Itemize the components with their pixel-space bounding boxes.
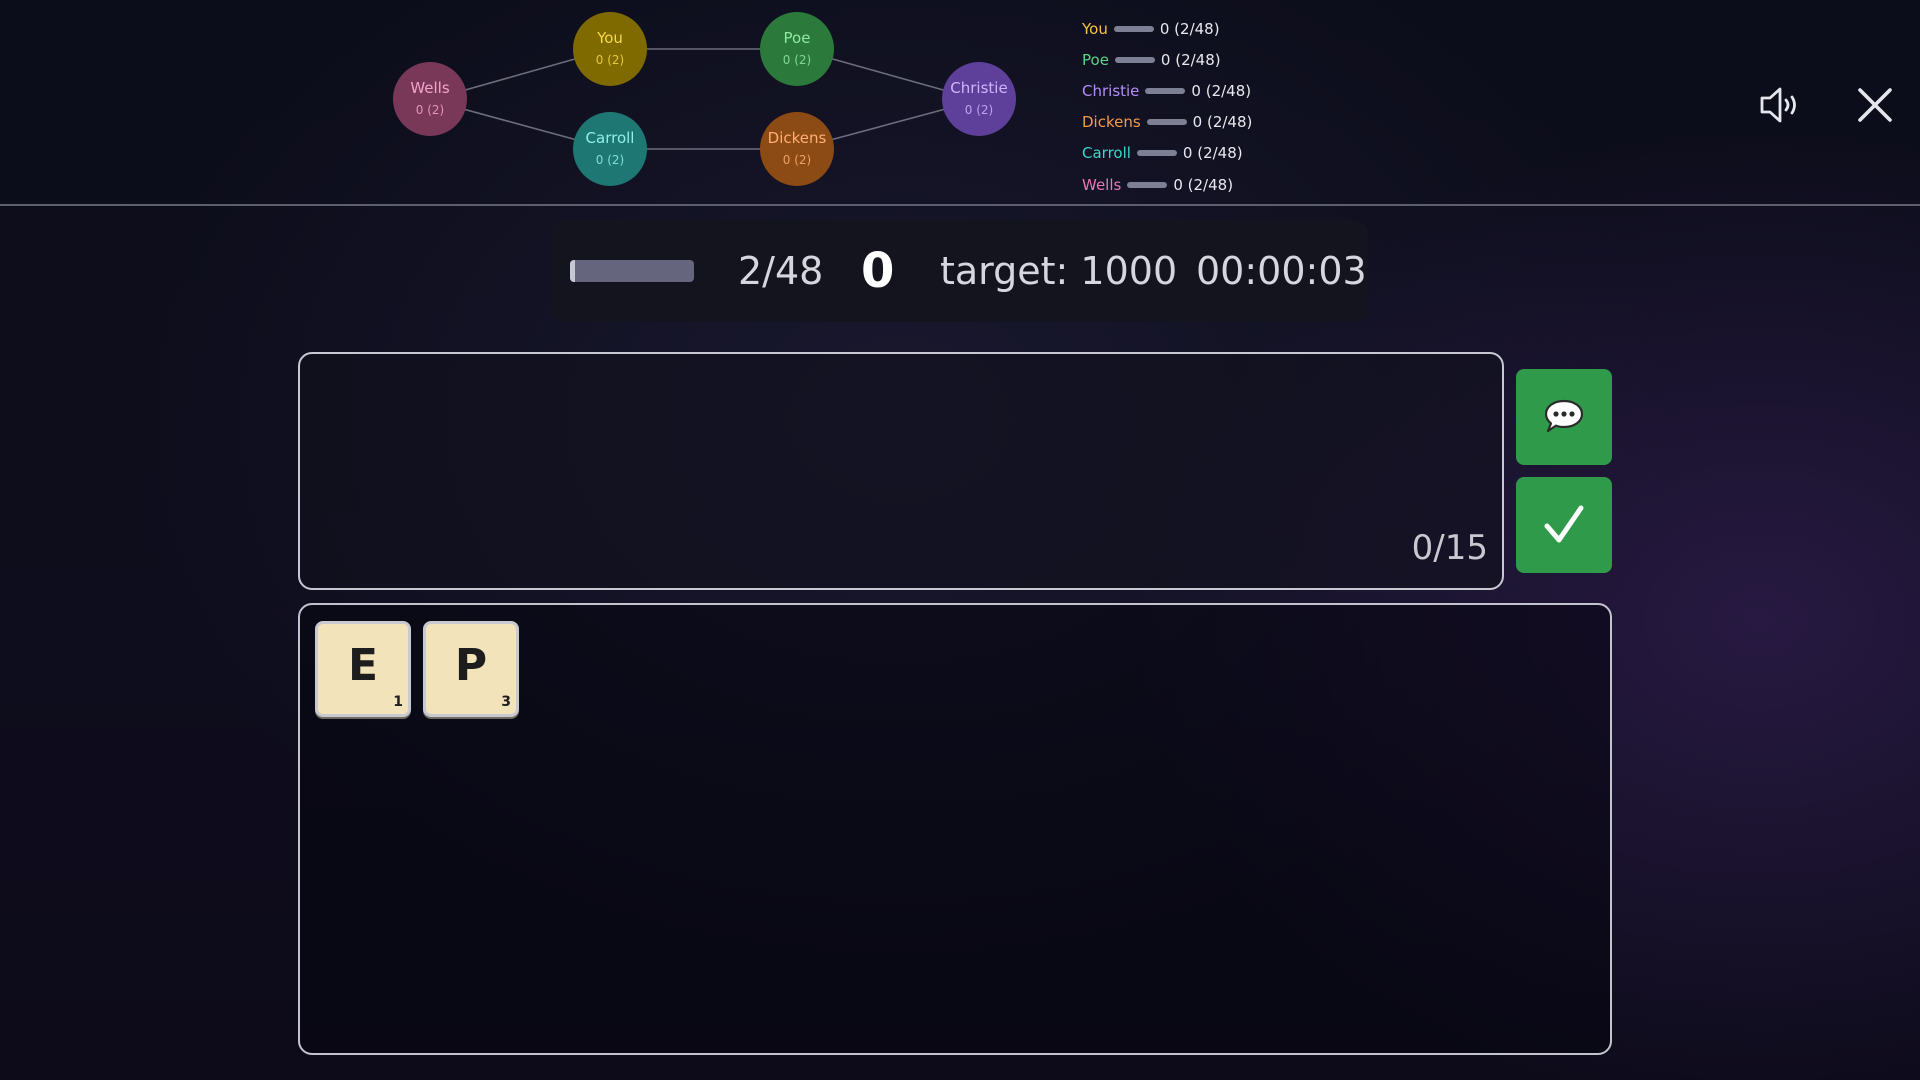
- letter-tile[interactable]: E 1: [315, 621, 411, 717]
- player-node-name: Wells: [410, 79, 450, 98]
- word-length-counter: 0/15: [1411, 528, 1488, 568]
- letter-tile[interactable]: P 3: [423, 621, 519, 717]
- tile-points: 1: [393, 694, 403, 710]
- tile-points: 3: [501, 694, 511, 710]
- player-node-score: 0 (2): [595, 152, 625, 167]
- leaderboard-row-you: You 0 (2/48): [1082, 13, 1252, 44]
- player-node-dickens: Dickens 0 (2): [760, 112, 834, 186]
- leaderboard-progress-bar: [1136, 150, 1177, 157]
- player-node-score: 0 (2): [964, 102, 994, 117]
- leaderboard-row-wells: Wells 0 (2/48): [1082, 169, 1252, 200]
- player-node-name: Christie: [950, 79, 1008, 98]
- chat-button[interactable]: [1516, 369, 1612, 465]
- tile-rack[interactable]: E 1 P 3: [298, 603, 1612, 1055]
- current-score: 0: [861, 243, 895, 299]
- speech-bubble-icon: [1544, 399, 1584, 433]
- leaderboard-value: 0 (2/48): [1182, 144, 1243, 163]
- game-progress-fill: [570, 260, 575, 282]
- submit-word-button[interactable]: [1516, 477, 1612, 573]
- sound-toggle-button[interactable]: [1756, 80, 1806, 130]
- leaderboard-value: 0 (2/48): [1159, 19, 1220, 38]
- player-node-poe: Poe 0 (2): [760, 12, 834, 86]
- leaderboard-row-poe: Poe 0 (2/48): [1082, 44, 1252, 75]
- leaderboard-value: 0 (2/48): [1160, 50, 1221, 69]
- status-panel: 2/48 0 target: 1000 00:00:03: [552, 220, 1368, 322]
- tile-count: 2/48: [738, 249, 824, 293]
- leaderboard-value: 0 (2/48): [1192, 113, 1253, 132]
- leaderboard-row-christie: Christie 0 (2/48): [1082, 75, 1252, 106]
- player-node-you: You 0 (2): [573, 12, 647, 86]
- leaderboard-progress-bar: [1145, 87, 1186, 94]
- player-node-score: 0 (2): [782, 52, 812, 67]
- player-node-name: Dickens: [767, 129, 827, 148]
- tile-letter: P: [454, 640, 488, 691]
- player-node-name: Poe: [783, 29, 811, 48]
- leaderboard-progress-bar: [1146, 119, 1187, 126]
- game-progress-bar: [570, 260, 694, 282]
- checkmark-icon: [1544, 505, 1584, 543]
- leaderboard-progress-bar: [1127, 181, 1168, 188]
- word-drop-area[interactable]: 0/15: [298, 352, 1504, 590]
- player-node-score: 0 (2): [415, 102, 445, 117]
- leaderboard-name: Wells: [1082, 175, 1122, 194]
- leaderboard-progress-bar: [1114, 56, 1155, 63]
- leaderboard-name: You: [1082, 19, 1108, 38]
- close-button[interactable]: [1850, 80, 1900, 130]
- leaderboard-value: 0 (2/48): [1191, 81, 1252, 100]
- leaderboard-value: 0 (2/48): [1173, 175, 1234, 194]
- close-x-icon: [1858, 88, 1892, 122]
- player-node-name: You: [597, 29, 623, 48]
- player-node-wells: Wells 0 (2): [393, 62, 467, 136]
- leaderboard-name: Christie: [1082, 81, 1140, 100]
- leaderboard: You 0 (2/48) Poe 0 (2/48) Christie 0 (2/…: [1082, 13, 1252, 200]
- player-network: Wells 0 (2) You 0 (2) Carroll 0 (2) Poe …: [380, 0, 1040, 200]
- leaderboard-name: Carroll: [1082, 144, 1131, 163]
- leaderboard-progress-bar: [1113, 25, 1154, 32]
- tile-letter: E: [347, 640, 379, 691]
- leaderboard-name: Poe: [1082, 50, 1109, 69]
- speaker-volume-icon: [1760, 87, 1796, 123]
- game-timer: 00:00:03: [1196, 249, 1367, 293]
- network-edges: [429, 48, 980, 150]
- player-node-score: 0 (2): [782, 152, 812, 167]
- target-score: target: 1000: [940, 249, 1178, 293]
- player-node-carroll: Carroll 0 (2): [573, 112, 647, 186]
- header-divider: [0, 204, 1920, 206]
- leaderboard-row-carroll: Carroll 0 (2/48): [1082, 138, 1252, 169]
- player-node-name: Carroll: [585, 129, 635, 148]
- leaderboard-name: Dickens: [1082, 113, 1141, 132]
- player-node-christie: Christie 0 (2): [942, 62, 1016, 136]
- leaderboard-row-dickens: Dickens 0 (2/48): [1082, 107, 1252, 138]
- player-node-score: 0 (2): [595, 52, 625, 67]
